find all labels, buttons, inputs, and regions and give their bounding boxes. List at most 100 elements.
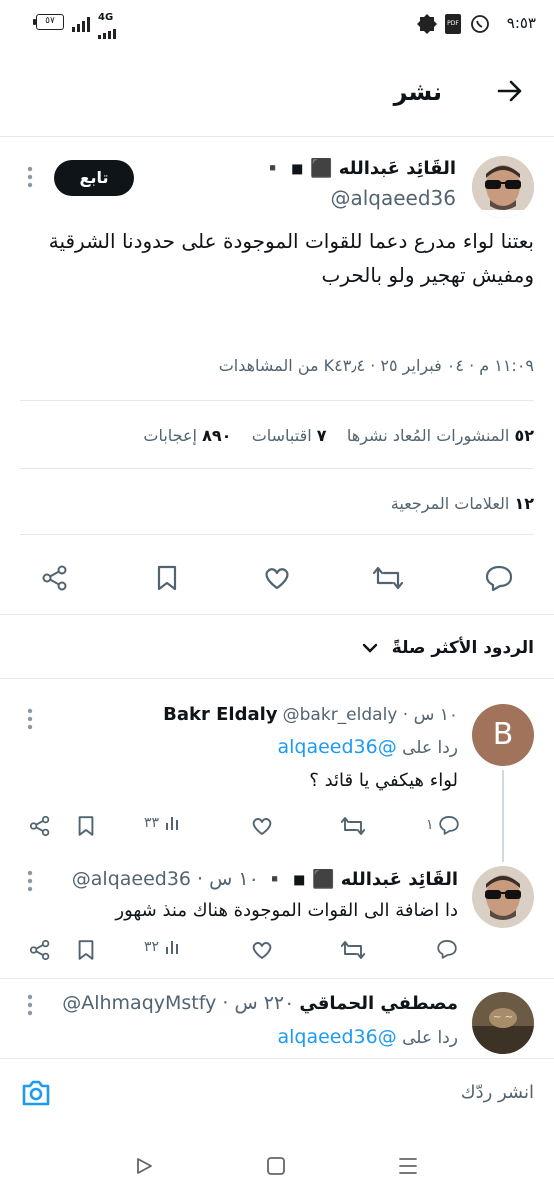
reply-2-more-icon[interactable] [26, 870, 34, 892]
status-time: ٩:٥٣ [506, 14, 536, 32]
camera-icon[interactable] [20, 1078, 52, 1108]
svg-text:PDF: PDF [447, 20, 459, 27]
signal-icon-2 [98, 24, 120, 43]
reply-3-more-icon[interactable] [26, 994, 34, 1016]
reply-1-bookmark-icon[interactable] [74, 814, 98, 838]
reply-2-repost-icon[interactable] [340, 938, 366, 962]
reply-2-divider [0, 978, 554, 979]
author-name[interactable]: القَائِد عَبدالله ⬛ ◾ ▪️ [262, 158, 456, 179]
bookmarks-divider [20, 534, 534, 535]
reply-2-bookmark-icon[interactable] [74, 938, 98, 962]
reply-2-share-icon[interactable] [28, 938, 52, 962]
header-divider [0, 136, 554, 137]
reply-1-reply-count: ١ [426, 817, 434, 833]
reply-2-name[interactable]: القَائِد عَبدالله ⬛ ◾ ▪️ [264, 869, 458, 890]
thread-line [502, 770, 504, 862]
reply-3-reply-prefix: ردا على [402, 1028, 458, 1048]
reply-2-handle-time[interactable]: @alqaeed36 · ١٠ س [72, 868, 259, 890]
reply-3-header: مصطفي الحماقي @AlhmaqyMstfy · ٢٢٠ س [62, 992, 458, 1014]
reply-1-avatar-letter: B [492, 717, 514, 752]
reply-2-header: القَائِد عَبدالله ⬛ ◾ ▪️ @alqaeed36 · ١٠… [72, 868, 458, 890]
likes-label: إعجابات [143, 426, 197, 445]
page-title: نشر [393, 78, 442, 106]
like-icon[interactable] [262, 563, 292, 593]
reply-1-text: لواء هيكفي يا قائد ؟ [309, 770, 458, 791]
compose-input[interactable]: انشر ردّك [461, 1082, 534, 1103]
chevron-down-icon [362, 642, 378, 654]
sort-divider [0, 678, 554, 679]
reply-1-actions: ٣٣ ١ [0, 812, 470, 840]
status-bar: ٩:٥٣ PDF ٥٧ 4G [0, 0, 554, 48]
reply-1-more-icon[interactable] [26, 708, 34, 730]
signal-icon [72, 16, 94, 36]
bookmarks-count: ١٢ [514, 494, 534, 513]
views-icon [164, 938, 182, 956]
actions-divider [0, 614, 554, 615]
more-options-icon[interactable] [26, 166, 34, 188]
compose-divider [0, 1058, 554, 1059]
repost-icon[interactable] [372, 563, 404, 593]
replies-sort-dropdown[interactable]: الردود الأكثر صلةً [362, 638, 534, 658]
reply-1-reply-icon [438, 814, 460, 836]
reply-3-handle-time[interactable]: @AlhmaqyMstfy · ٢٢٠ س [62, 992, 294, 1014]
system-nav-bar [0, 1130, 554, 1200]
replies-sort-label: الردود الأكثر صلةً [391, 638, 534, 658]
reposts-count: ٥٢ [514, 426, 534, 445]
quotes-stat[interactable]: ٧ اقتباسات [252, 426, 327, 445]
recents-menu-icon[interactable] [398, 1157, 418, 1175]
tweet-text: بعتنا لواء مدرع دعما للقوات الموجودة على… [24, 224, 534, 292]
home-square-icon[interactable] [266, 1156, 286, 1176]
whatsapp-icon [470, 14, 490, 38]
pdf-icon: PDF [444, 13, 462, 39]
tweet-text-line-1: بعتنا لواء مدرع دعما للقوات الموجودة على… [48, 229, 534, 253]
reply-2-views-count: ٣٢ [144, 939, 160, 955]
reply-3-reply-handle[interactable]: @alqaeed36 [277, 1026, 396, 1048]
bookmark-icon[interactable] [152, 563, 182, 593]
reposts-label: المنشورات المُعاد نشرها [346, 426, 510, 445]
tweet-stats: ٥٢ المنشورات المُعاد نشرها ٧ اقتباسات ٨٩… [143, 426, 534, 445]
author-handle[interactable]: @alqaeed36 [330, 186, 456, 210]
reposts-stat[interactable]: ٥٢ المنشورات المُعاد نشرها [347, 426, 534, 445]
reply-1-repost-icon[interactable] [340, 814, 366, 838]
reply-1-reply-handle[interactable]: @alqaeed36 [277, 736, 396, 758]
back-button[interactable] [496, 77, 524, 105]
reply-3-avatar[interactable]: ~ ~ [472, 992, 534, 1054]
reply-2-reply-icon[interactable] [436, 938, 458, 960]
network-type: 4G [98, 12, 114, 23]
quotes-label: اقتباسات [251, 426, 312, 445]
reply-icon[interactable] [484, 563, 514, 593]
reply-1-like-icon[interactable] [250, 814, 274, 838]
reply-2-like-icon[interactable] [250, 938, 274, 962]
author-avatar[interactable] [472, 156, 534, 218]
reply-1-views[interactable]: ٣٣ [144, 814, 182, 832]
reply-3-name[interactable]: مصطفي الحماقي [299, 993, 458, 1014]
tweet-actions [0, 560, 554, 596]
battery-icon: ٥٧ [33, 14, 64, 30]
reply-1-name[interactable]: Bakr Eldaly [163, 704, 277, 725]
reply-1-reply-to: ردا على @alqaeed36 [277, 736, 458, 758]
reply-1-header: Bakr Eldaly @bakr_eldaly · ١٠ س [163, 704, 458, 725]
bookmarks-label: العلامات المرجعية [390, 494, 510, 513]
quotes-count: ٧ [316, 426, 327, 445]
reply-3-reply-to: ردا على @alqaeed36 [277, 1026, 458, 1048]
reply-1-share-icon[interactable] [28, 814, 52, 838]
reply-1-reply-button[interactable]: ١ [426, 814, 460, 836]
reply-2-views[interactable]: ٣٢ [144, 938, 182, 956]
bookmarks-stat[interactable]: ١٢ العلامات المرجعية [391, 494, 534, 513]
svg-text:~ ~: ~ ~ [493, 1012, 513, 1023]
reply-2-text: دا اضافة الى القوات الموجودة هناك منذ شه… [115, 900, 458, 921]
share-icon[interactable] [40, 563, 70, 593]
likes-count: ٨٩٠ [202, 426, 232, 445]
back-triangle-icon[interactable] [134, 1156, 154, 1176]
reply-1-handle-time[interactable]: @bakr_eldaly · ١٠ س [283, 705, 458, 725]
reply-2-avatar[interactable] [472, 866, 534, 928]
tweet-text-line-2: ومفيش تهجير ولو بالحرب [321, 263, 534, 287]
stats-divider [20, 468, 534, 469]
follow-button[interactable]: تابع [54, 160, 134, 196]
tweet-meta[interactable]: ١١:٠٩ م · ٠٤ فبراير ٢٥ · K٤٣٫٤ من المشاه… [219, 356, 534, 375]
reply-1-avatar[interactable]: B [472, 704, 534, 766]
reply-1-views-count: ٣٣ [144, 815, 160, 831]
views-icon [164, 814, 182, 832]
likes-stat[interactable]: ٨٩٠ إعجابات [143, 426, 231, 445]
settings-badge-icon [416, 13, 438, 39]
